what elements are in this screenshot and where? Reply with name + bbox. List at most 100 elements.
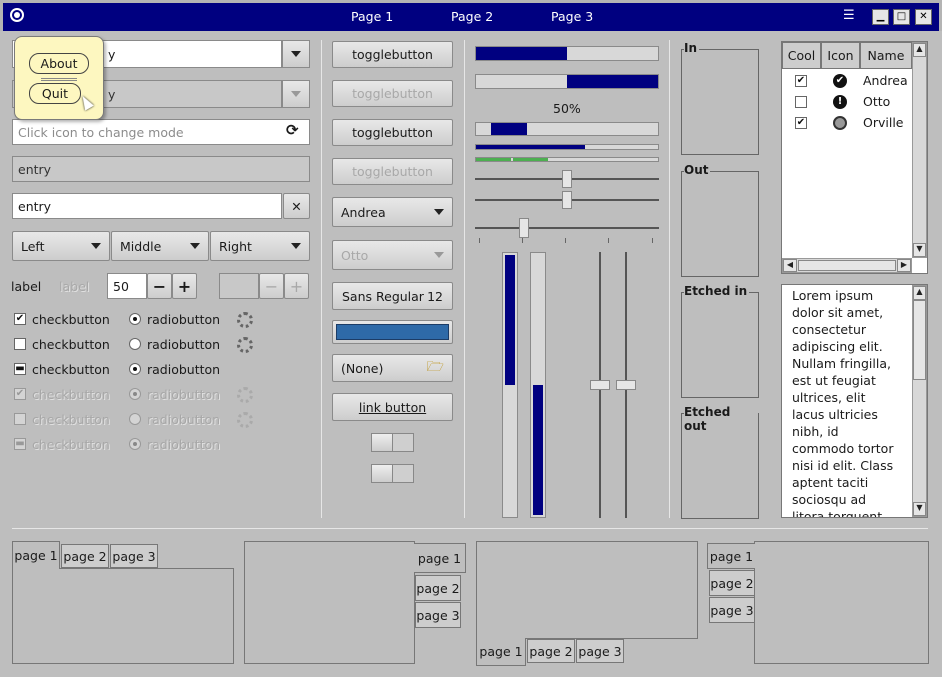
checkbox-3[interactable]: ▬ xyxy=(14,363,26,375)
notebook-3-tab-2[interactable]: page 2 xyxy=(527,639,575,663)
column-header-icon[interactable]: Icon xyxy=(821,42,860,69)
maximize-icon[interactable]: □ xyxy=(893,9,910,25)
separator-1 xyxy=(321,40,322,518)
notebook-2-tab-3[interactable]: page 3 xyxy=(415,602,461,628)
mode-entry-placeholder: Click icon to change mode xyxy=(18,124,184,140)
combo-otto-label: Otto xyxy=(341,247,369,263)
check-circle-icon: ✔ xyxy=(833,74,847,88)
column-header-name[interactable]: Name xyxy=(860,42,912,69)
radio-2[interactable] xyxy=(129,338,141,350)
checkbox-6: ▬ xyxy=(14,438,26,450)
chevron-down-icon xyxy=(434,252,444,258)
togglebutton-3[interactable]: togglebutton xyxy=(332,119,453,146)
notebook-1-tab-2[interactable]: page 2 xyxy=(61,544,109,568)
spinner-icon xyxy=(237,412,253,428)
file-chooser-button[interactable]: (None) 🗁 xyxy=(332,354,453,382)
frame-etched-in-title: Etched in xyxy=(684,284,750,298)
frame-etched-out: Etched out xyxy=(681,405,759,519)
clearable-entry[interactable]: entry xyxy=(12,193,282,219)
spinner-icon xyxy=(237,312,253,328)
notebook-1-tab-1[interactable]: page 1 xyxy=(12,541,60,569)
checkbox-4: ✔ xyxy=(14,388,26,400)
link-button-label: link button xyxy=(358,399,427,415)
font-size-label: 12 xyxy=(427,288,443,304)
window-menu-icon[interactable] xyxy=(10,8,24,22)
about-menu-item[interactable]: About xyxy=(29,53,89,74)
alert-circle-icon: ! xyxy=(833,95,847,109)
spin-increment-button[interactable]: + xyxy=(172,273,197,299)
tab-page-2[interactable]: Page 2 xyxy=(451,9,493,24)
vertical-scale-1[interactable] xyxy=(590,252,610,518)
clearable-entry-text: entry xyxy=(18,198,52,214)
frame-out-title: Out xyxy=(684,163,711,177)
togglebutton-2: togglebutton xyxy=(332,80,453,107)
combo-entry-1-text: y xyxy=(108,46,116,62)
radio-label: radiobutton xyxy=(147,362,221,377)
notebook-2-tab-1[interactable]: page 1 xyxy=(414,543,466,573)
switch-1[interactable] xyxy=(371,433,414,452)
combo-andrea[interactable]: Andrea xyxy=(332,197,453,227)
color-button[interactable] xyxy=(332,320,453,344)
radio-3[interactable] xyxy=(129,363,141,375)
notebook-3-tab-1[interactable]: page 1 xyxy=(476,638,526,666)
frame-etched-out-title: Etched out xyxy=(684,405,758,433)
link-button[interactable]: link button xyxy=(332,393,453,421)
togglebutton-1[interactable]: togglebutton xyxy=(332,41,453,68)
radio-1[interactable] xyxy=(129,313,141,325)
notebook-4-tab-1[interactable]: page 1 xyxy=(707,543,755,569)
vertical-scale-2[interactable] xyxy=(616,252,636,518)
horizontal-scale-2[interactable] xyxy=(475,191,659,209)
combo-andrea-label: Andrea xyxy=(341,204,386,220)
switch-2[interactable] xyxy=(371,464,414,483)
notebook-1-tab-3[interactable]: page 3 xyxy=(110,544,158,568)
checkbox-1[interactable]: ✔ xyxy=(14,313,26,325)
dropdown-right[interactable]: Right xyxy=(210,231,310,261)
progress-text: 50% xyxy=(553,101,581,116)
tree-vertical-scrollbar[interactable]: ▲ ▼ xyxy=(912,42,927,258)
radio-label: radiobutton xyxy=(147,312,221,327)
separator-3 xyxy=(669,40,670,518)
tree-cool-checkbox[interactable]: ✔ xyxy=(795,75,807,87)
notebook-2-tab-2[interactable]: page 2 xyxy=(415,575,461,601)
dropdown-left[interactable]: Left xyxy=(12,231,110,261)
quit-menu-item[interactable]: Quit xyxy=(29,83,81,104)
minimize-icon[interactable]: ▁ xyxy=(872,9,889,25)
disabled-entry: entry xyxy=(12,156,310,182)
horizontal-scale-3[interactable] xyxy=(475,218,659,244)
font-button[interactable]: Sans Regular 12 xyxy=(332,282,453,310)
text-vertical-scrollbar[interactable]: ▲ ▼ xyxy=(912,285,927,517)
horizontal-scale-1[interactable] xyxy=(475,170,659,188)
refresh-icon[interactable]: ⟳ xyxy=(286,121,299,139)
clear-entry-button[interactable]: ✕ xyxy=(283,193,310,219)
dropdown-middle[interactable]: Middle xyxy=(111,231,209,261)
chevron-down-icon xyxy=(291,243,301,249)
notebook-4-tab-2[interactable]: page 2 xyxy=(709,570,755,596)
notebook-4-tab-3[interactable]: page 3 xyxy=(709,597,755,623)
label-enabled: label xyxy=(11,279,42,294)
separator-2 xyxy=(464,40,465,518)
tab-page-3[interactable]: Page 3 xyxy=(551,9,593,24)
dropdown-middle-label: Middle xyxy=(120,238,162,254)
spin-entry[interactable]: 50 xyxy=(107,273,147,299)
mode-entry[interactable]: Click icon to change mode xyxy=(12,119,310,145)
column-header-cool[interactable]: Cool xyxy=(782,42,821,69)
label-disabled: label xyxy=(59,279,90,294)
hamburger-icon[interactable]: ☰ xyxy=(843,9,855,22)
notebook-3-tab-3[interactable]: page 3 xyxy=(576,639,624,663)
radio-5 xyxy=(129,413,141,425)
font-family-label: Sans Regular xyxy=(342,288,424,304)
checkbox-2[interactable] xyxy=(14,338,26,350)
spin-decrement-button[interactable]: − xyxy=(147,273,172,299)
tree-horizontal-scrollbar[interactable]: ◀ ▶ xyxy=(782,258,912,273)
menu-separator xyxy=(41,78,77,81)
checkbox-label: checkbutton xyxy=(32,337,110,352)
close-icon[interactable]: ✕ xyxy=(915,9,932,25)
separator-horizontal xyxy=(12,528,928,529)
tree-cool-checkbox[interactable]: ✔ xyxy=(795,117,807,129)
tab-page-1[interactable]: Page 1 xyxy=(351,9,393,24)
radio-label: radiobutton xyxy=(147,387,221,402)
combo-1-dropdown-button[interactable] xyxy=(282,40,310,68)
text-view[interactable]: Lorem ipsum dolor sit amet, consectetur … xyxy=(781,284,928,518)
tree-cool-checkbox[interactable] xyxy=(795,96,807,108)
chevron-down-icon xyxy=(291,51,301,57)
